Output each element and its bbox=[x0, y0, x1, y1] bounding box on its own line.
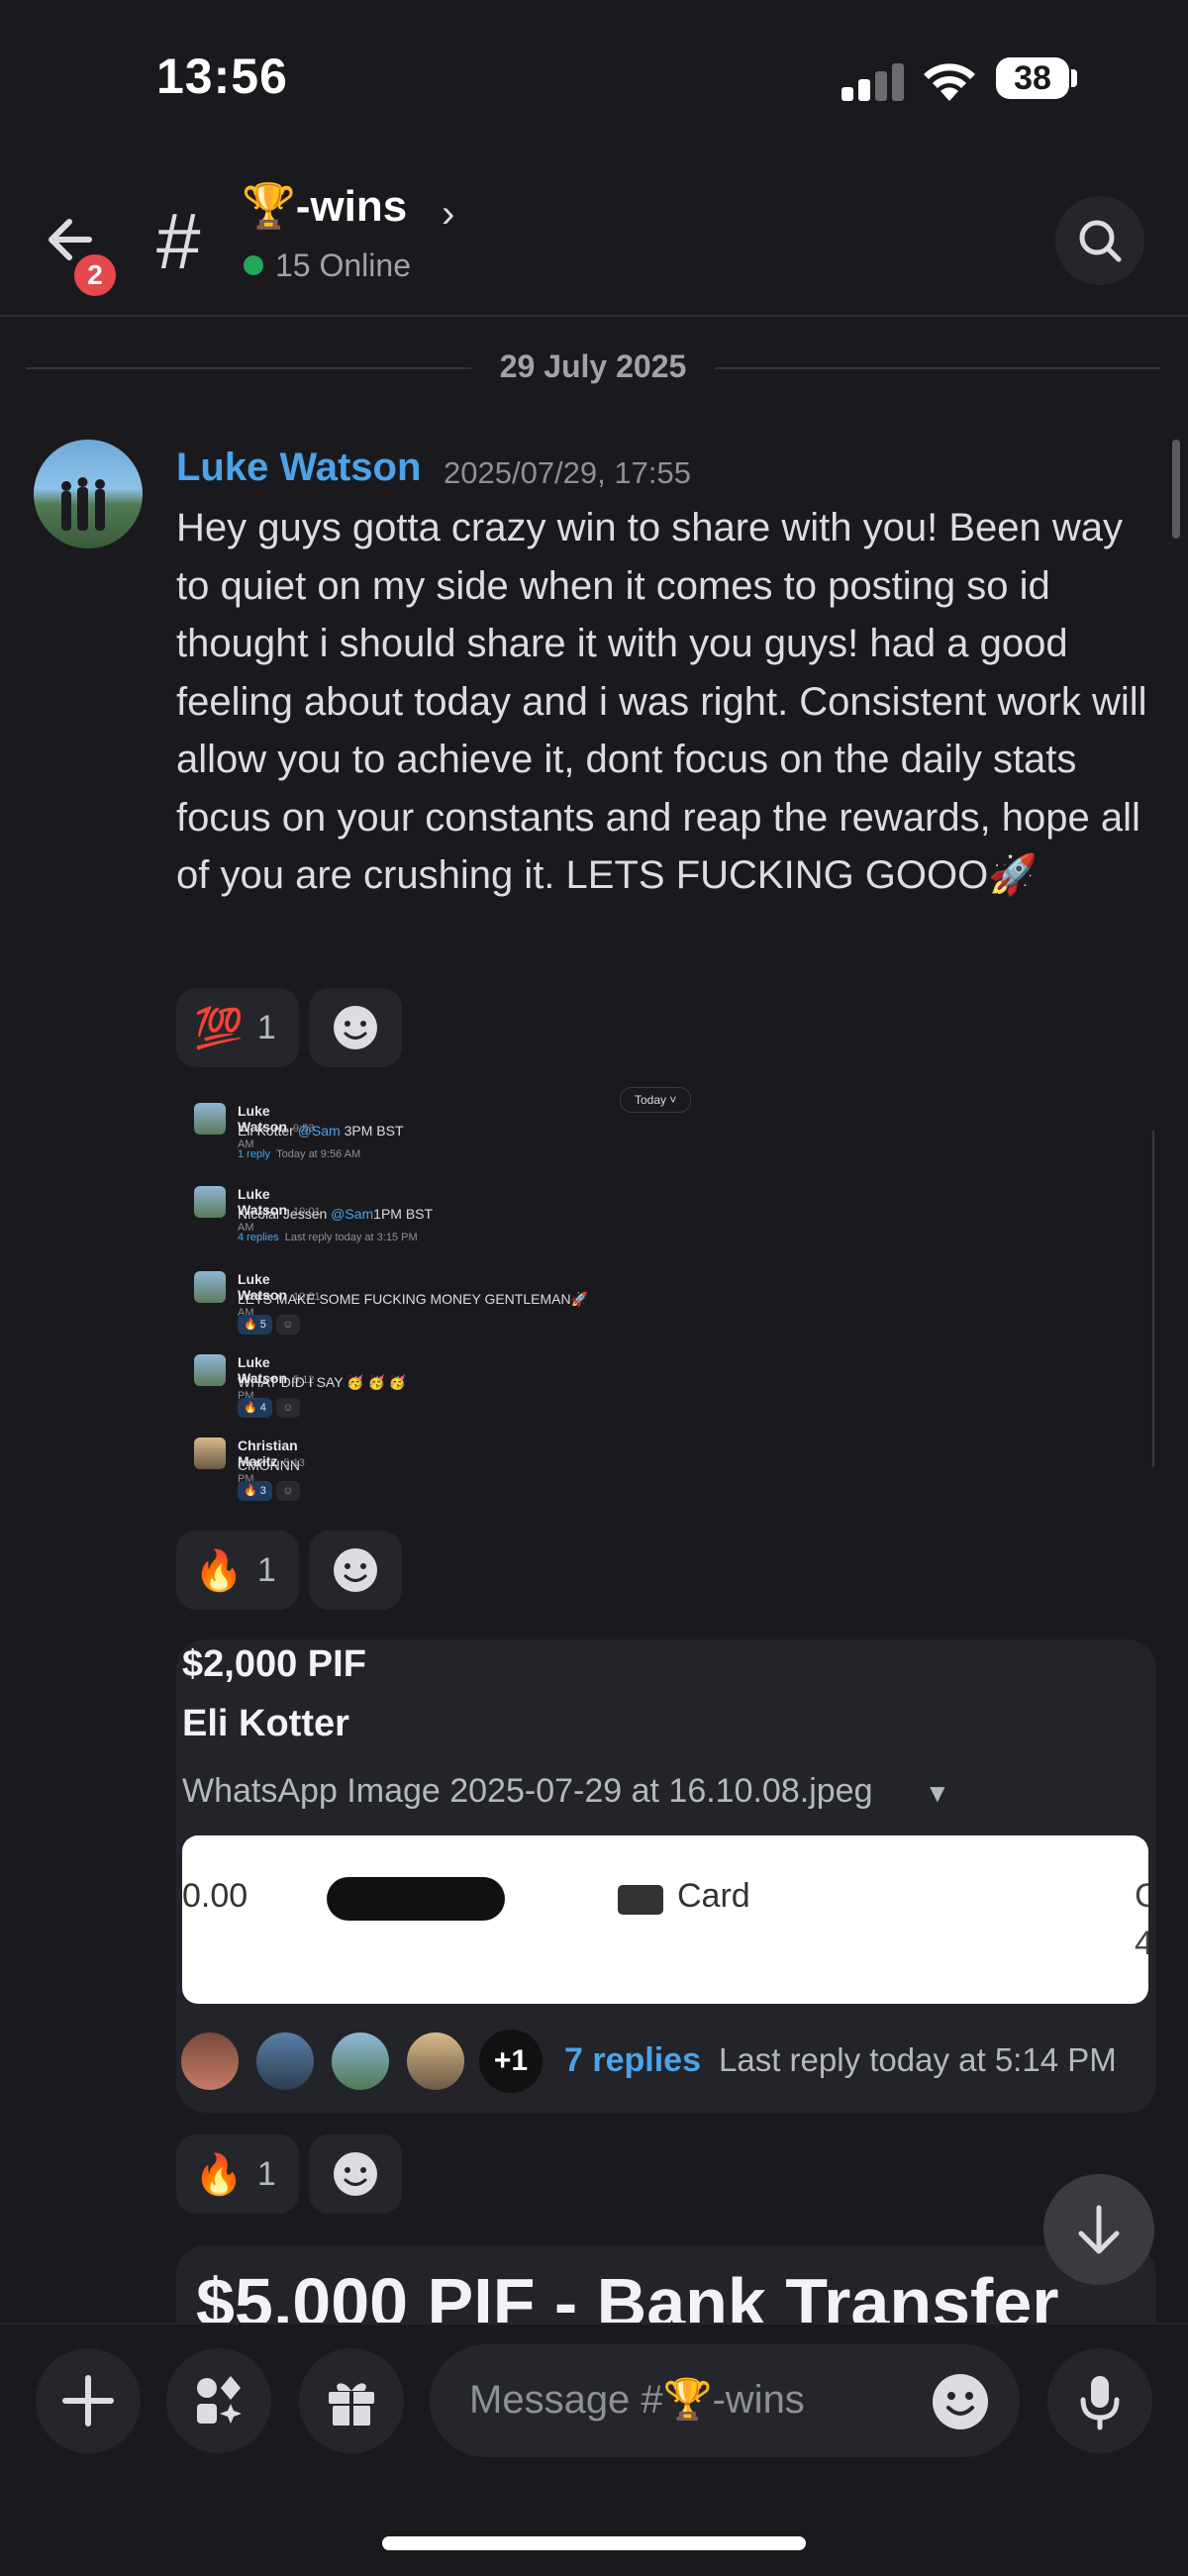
notification-badge: 2 bbox=[71, 251, 119, 299]
screenshot-avatar bbox=[194, 1103, 226, 1135]
microphone-icon bbox=[1080, 2376, 1120, 2430]
status-time: 13:56 bbox=[156, 49, 288, 104]
home-indicator[interactable] bbox=[382, 2536, 806, 2550]
redacted-mark bbox=[327, 1877, 505, 1921]
thread-replies-link[interactable]: 7 replies bbox=[564, 2041, 701, 2080]
next-thread-title: $5,000 PIF - Bank Transfer bbox=[196, 2264, 1059, 2325]
add-attachment-button[interactable] bbox=[36, 2348, 141, 2453]
message-text: Hey guys gotta crazy win to share with y… bbox=[176, 506, 1147, 897]
add-reaction-button[interactable] bbox=[309, 2134, 402, 2214]
reaction-count: 1 bbox=[256, 1550, 276, 1589]
battery-indicator: 38 bbox=[996, 57, 1069, 99]
screenshot-today-pill: Today ˅ bbox=[620, 1087, 692, 1113]
reaction-hundred[interactable]: 💯 1 bbox=[176, 988, 299, 1067]
emoji-picker-icon[interactable] bbox=[931, 2372, 990, 2431]
fire-emoji-icon: 🔥 bbox=[194, 1548, 244, 1593]
thread-title[interactable]: $2,000 PIF bbox=[182, 1643, 366, 1686]
gift-icon bbox=[329, 2383, 374, 2426]
image-amount-text: 0.00 bbox=[182, 1877, 248, 1915]
reaction-fire[interactable]: 🔥 1 bbox=[176, 1531, 299, 1610]
message-author[interactable]: Luke Watson bbox=[176, 446, 421, 490]
participant-avatar bbox=[253, 2030, 317, 2093]
wifi-icon bbox=[924, 63, 975, 101]
smiley-add-icon bbox=[334, 1548, 377, 1592]
thread-last-reply: Last reply today at 5:14 PM bbox=[719, 2041, 1117, 2078]
embedded-screenshot-image[interactable]: Today ˅ Luke Watson 9:53 AM Eli Kotter @S… bbox=[184, 1083, 1154, 1501]
screenshot-reaction: 🔥 4 ☺ bbox=[238, 1398, 300, 1418]
author-avatar[interactable] bbox=[34, 440, 143, 548]
image-cropped-text: C bbox=[1135, 1877, 1148, 1915]
screenshot-avatar bbox=[194, 1186, 226, 1218]
reaction-count: 1 bbox=[256, 2154, 276, 2193]
apps-button[interactable] bbox=[166, 2348, 271, 2453]
more-participants-count: +1 bbox=[479, 2030, 543, 2093]
next-thread-card[interactable]: $5,000 PIF - Bank Transfer bbox=[176, 2245, 1156, 2325]
attachment-image[interactable]: 0.00 Card C 4 bbox=[182, 1835, 1148, 2004]
participant-avatar bbox=[178, 2030, 242, 2093]
gift-button[interactable] bbox=[299, 2348, 404, 2453]
attachment-filename[interactable]: WhatsApp Image 2025-07-29 at 16.10.08.jp… bbox=[182, 1772, 872, 1811]
screenshot-thread-meta: 4 replies Last reply today at 3:15 PM bbox=[238, 1232, 418, 1243]
screenshot-reaction: 🔥 5 ☺ bbox=[238, 1315, 300, 1335]
message-timestamp: 2025/07/29, 17:55 bbox=[444, 455, 691, 490]
plus-icon bbox=[62, 2375, 114, 2427]
add-reaction-button[interactable] bbox=[309, 1531, 402, 1610]
participant-avatar bbox=[404, 2030, 467, 2093]
smiley-add-icon bbox=[334, 2152, 377, 2196]
screenshot-avatar bbox=[194, 1271, 226, 1303]
image-payment-method: Card bbox=[677, 1877, 750, 1915]
screenshot-scrollbar bbox=[1152, 1131, 1154, 1467]
online-status-dot bbox=[244, 255, 263, 275]
channel-title[interactable]: 🏆-wins bbox=[242, 180, 407, 232]
reaction-fire[interactable]: 🔥 1 bbox=[176, 2134, 299, 2214]
channel-hash-icon: # bbox=[156, 197, 201, 285]
date-separator: 29 July 2025 bbox=[499, 348, 687, 384]
channel-chevron-icon[interactable]: › bbox=[442, 192, 454, 237]
screenshot-message-body: WHAT DID I SAY 🥳 🥳 🥳 bbox=[238, 1374, 407, 1390]
date-divider-line bbox=[715, 367, 1160, 369]
battery-cap bbox=[1071, 69, 1077, 87]
screenshot-message-body: Eli Kotter @Sam 3PM BST bbox=[238, 1123, 404, 1139]
hundred-emoji-icon: 💯 bbox=[194, 1006, 244, 1050]
screenshot-message-body: CMONNN bbox=[238, 1457, 300, 1473]
smiley-add-icon bbox=[334, 1006, 377, 1049]
screenshot-message-body: Nicolai Jessen @Sam1PM BST bbox=[238, 1206, 434, 1222]
header-divider bbox=[0, 315, 1188, 317]
reaction-count: 1 bbox=[256, 1008, 276, 1046]
apps-icon bbox=[197, 2376, 242, 2424]
arrow-down-icon bbox=[1078, 2205, 1120, 2254]
online-count: 15 Online bbox=[275, 248, 411, 283]
screenshot-thread-meta: 1 reply Today at 9:56 AM bbox=[238, 1148, 361, 1160]
image-cropped-text: 4 bbox=[1135, 1925, 1148, 1962]
card-icon bbox=[618, 1885, 663, 1915]
search-icon bbox=[1079, 220, 1122, 262]
fire-emoji-icon: 🔥 bbox=[194, 2152, 244, 2197]
dropdown-triangle-icon[interactable]: ▼ bbox=[925, 1778, 950, 1809]
search-button[interactable] bbox=[1055, 196, 1144, 285]
message-placeholder: Message #🏆-wins bbox=[469, 2378, 805, 2422]
jump-to-bottom-button[interactable] bbox=[1043, 2174, 1154, 2285]
chat-scrollbar[interactable] bbox=[1172, 440, 1180, 539]
screenshot-reaction: 🔥 3 ☺ bbox=[238, 1481, 300, 1501]
cellular-signal-icon bbox=[842, 59, 905, 101]
screenshot-avatar bbox=[194, 1437, 226, 1469]
thread-subtitle: Eli Kotter bbox=[182, 1703, 349, 1744]
voice-message-button[interactable] bbox=[1047, 2348, 1152, 2453]
date-divider-line bbox=[26, 367, 471, 369]
add-reaction-button[interactable] bbox=[309, 988, 402, 1067]
participant-avatar bbox=[329, 2030, 392, 2093]
screenshot-message-body: LETS MAKE SOME FUCKING MONEY GENTLEMAN🚀 bbox=[238, 1291, 589, 1307]
screenshot-avatar bbox=[194, 1354, 226, 1386]
